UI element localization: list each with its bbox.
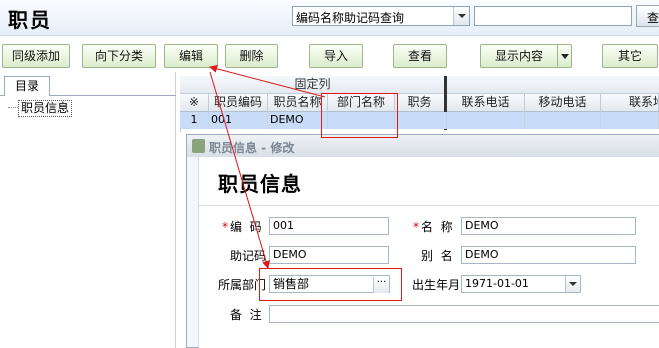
tree-connector [8, 107, 18, 108]
column-header[interactable]: 联系地 [601, 94, 659, 112]
display-content-button[interactable]: 显示内容 [480, 44, 572, 68]
chevron-down-icon[interactable] [453, 7, 469, 25]
birth-date-field[interactable]: 1971-01-01 [461, 275, 581, 293]
chevron-down-icon[interactable] [557, 45, 571, 67]
row-marker-header: ※ [180, 94, 209, 112]
cell-address[interactable] [601, 112, 659, 129]
birth-label: 出生年月 [412, 278, 461, 292]
cell-mobile[interactable] [525, 112, 601, 129]
cell-title[interactable] [395, 112, 447, 129]
query-button[interactable]: 查 [636, 5, 659, 27]
name-label: 名 称 [421, 220, 453, 234]
column-header[interactable]: 联系电话 [447, 94, 525, 112]
mnemonic-label: 助记码 [230, 249, 267, 263]
search-mode-value: 编码名称助记码查询 [296, 11, 405, 25]
tree-item-employee-info[interactable]: 职员信息 [18, 100, 73, 117]
alias-label: 别 名 [421, 249, 453, 263]
cell-name[interactable]: DEMO [268, 112, 328, 129]
import-button[interactable]: 导入 [309, 44, 363, 68]
note-label: 备 注 [230, 308, 262, 322]
column-header[interactable]: 职务 [395, 94, 445, 112]
cell-code[interactable]: 001 [209, 112, 268, 129]
search-input[interactable] [474, 6, 632, 26]
name-field[interactable]: DEMO [461, 217, 636, 235]
column-header[interactable]: 职员名称 [268, 94, 328, 112]
column-header[interactable]: 职员编码 [209, 94, 268, 112]
edit-button[interactable]: 编辑 [164, 44, 218, 68]
form-heading: 职员信息 [218, 172, 302, 196]
note-field[interactable] [269, 305, 659, 323]
code-field[interactable]: 001 [269, 217, 389, 235]
delete-button[interactable]: 删除 [225, 44, 278, 68]
mnemonic-field[interactable]: DEMO [269, 246, 389, 264]
view-button[interactable]: 查看 [393, 44, 447, 68]
annotation-box-dept-column [321, 93, 398, 138]
required-mark: * [222, 220, 228, 234]
page-title: 职员 [8, 8, 52, 32]
grid-band-right [447, 76, 659, 94]
column-header[interactable]: 移动电话 [525, 94, 601, 112]
add-sibling-button[interactable]: 同级添加 [2, 44, 70, 68]
other-button[interactable]: 其它 [602, 44, 658, 68]
search-mode-select[interactable]: 编码名称助记码查询 [292, 6, 470, 26]
fixed-column-band: 固定列 [180, 76, 445, 94]
code-label: 编 码 [230, 220, 262, 234]
tab-catalog[interactable]: 目录 [4, 76, 50, 96]
heading-divider [198, 205, 659, 206]
display-content-label: 显示内容 [494, 49, 543, 63]
cell-phone[interactable] [447, 112, 525, 129]
add-child-button[interactable]: 向下分类 [82, 44, 156, 68]
dialog-caption: 职员信息 - 修改 [209, 141, 295, 155]
row-number: 1 [180, 112, 209, 129]
required-mark: * [413, 220, 419, 234]
annotation-box-dept-field [259, 268, 402, 301]
alias-field[interactable]: DEMO [461, 246, 636, 264]
chevron-down-icon[interactable] [565, 276, 580, 292]
lock-icon [192, 139, 205, 153]
